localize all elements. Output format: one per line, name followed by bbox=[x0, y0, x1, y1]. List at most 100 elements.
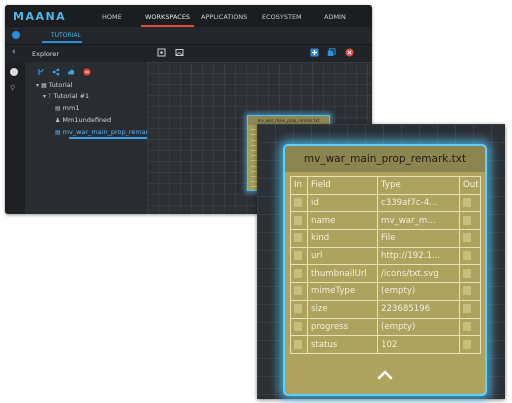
field-name-cell: id bbox=[307, 193, 378, 213]
nav-home[interactable]: HOME bbox=[102, 13, 122, 21]
table-row[interactable]: kind File bbox=[290, 229, 481, 248]
expand-icon[interactable]: ▾ bbox=[43, 93, 46, 100]
field-name-cell: thumbnailUrl bbox=[307, 264, 378, 284]
table-row[interactable]: name mv_war_m... bbox=[290, 211, 481, 231]
in-port-handle[interactable] bbox=[294, 198, 302, 208]
image-icon[interactable] bbox=[175, 48, 184, 57]
field-type-cell: (empty) bbox=[377, 317, 460, 337]
tree-item-label: mv_war_main_prop_remar bbox=[62, 128, 149, 136]
table-row[interactable]: thumbnailUrl/icons/txt.svg bbox=[290, 264, 481, 284]
field-type-cell: mv_war_m... bbox=[377, 211, 460, 231]
in-port[interactable] bbox=[290, 264, 308, 284]
expand-icon[interactable]: ▾ bbox=[36, 82, 39, 89]
node-card[interactable]: mv_war_main_prop_remark.txt In Field Typ… bbox=[283, 144, 487, 396]
grid-icon: ▦ bbox=[41, 82, 47, 89]
in-port[interactable] bbox=[290, 246, 308, 266]
node-title: mv_war_main_prop_remark.txt bbox=[285, 146, 485, 172]
merge-icon[interactable] bbox=[37, 68, 45, 76]
tree-child[interactable]: ▾ ᛉ Tutorial #1 bbox=[43, 92, 89, 100]
tree-item-label: Mm1undefined bbox=[62, 116, 112, 124]
fit-view-icon[interactable] bbox=[157, 48, 166, 57]
table-row[interactable]: url http://192.1... bbox=[290, 246, 481, 266]
table-row[interactable]: status 102 bbox=[290, 335, 481, 354]
in-port-handle[interactable] bbox=[294, 304, 302, 314]
out-port[interactable] bbox=[459, 211, 481, 231]
close-icon[interactable] bbox=[345, 48, 354, 57]
tree-item-mm1[interactable]: ▤ mm1 bbox=[55, 104, 79, 112]
in-port[interactable] bbox=[290, 193, 308, 213]
nav-admin[interactable]: ADMIN bbox=[324, 13, 346, 21]
in-port[interactable] bbox=[290, 335, 308, 354]
out-port-handle[interactable] bbox=[463, 251, 471, 261]
in-port[interactable] bbox=[290, 211, 308, 231]
out-port-handle[interactable] bbox=[463, 215, 471, 225]
tree-item-mm1undefined[interactable]: ♟ Mm1undefined bbox=[55, 116, 111, 124]
out-port[interactable] bbox=[459, 246, 481, 266]
table-header-row: In Field Type Out bbox=[290, 176, 481, 195]
field-type-cell: File bbox=[377, 229, 460, 248]
nav-workspaces[interactable]: WORKSPACES bbox=[140, 13, 195, 27]
maana-logo: MAANA bbox=[13, 10, 67, 23]
in-port[interactable] bbox=[290, 282, 308, 301]
tab-tutorial[interactable]: TUTORIAL bbox=[51, 32, 81, 39]
in-port-handle[interactable] bbox=[294, 339, 302, 349]
tree-root[interactable]: ▾ ▦ Tutorial bbox=[36, 81, 73, 89]
field-name-cell: mimeType bbox=[307, 282, 378, 301]
add-icon[interactable] bbox=[310, 48, 319, 57]
upload-icon[interactable] bbox=[67, 68, 75, 76]
field-name-cell: url bbox=[307, 246, 378, 266]
field-name-cell: name bbox=[307, 211, 378, 231]
in-port-handle[interactable] bbox=[294, 268, 302, 278]
in-port[interactable] bbox=[290, 299, 308, 319]
out-port-handle[interactable] bbox=[463, 321, 471, 331]
out-port-handle[interactable] bbox=[463, 286, 471, 296]
col-in: In bbox=[290, 176, 308, 195]
out-port-handle[interactable] bbox=[463, 339, 471, 349]
workspace-icon[interactable] bbox=[12, 31, 20, 39]
out-port-handle[interactable] bbox=[463, 233, 471, 243]
in-port-handle[interactable] bbox=[294, 321, 302, 331]
table-row[interactable]: size 223685196 bbox=[290, 299, 481, 319]
field-name-cell: progress bbox=[307, 317, 378, 337]
compass-icon[interactable] bbox=[10, 68, 18, 76]
field-table: In Field Type Out id c339af7c-4... name mv_… bbox=[290, 176, 481, 354]
in-port-handle[interactable] bbox=[294, 251, 302, 261]
table-row[interactable]: id c339af7c-4... bbox=[290, 193, 481, 213]
collapse-icon[interactable] bbox=[375, 369, 395, 381]
in-port[interactable] bbox=[290, 317, 308, 337]
out-port[interactable] bbox=[459, 317, 481, 337]
tree-item-selected-file[interactable]: ▤ mv_war_main_prop_remar bbox=[55, 128, 148, 136]
table-icon: ▤ bbox=[55, 105, 61, 112]
branch-icon: ᛉ bbox=[48, 93, 52, 100]
out-port-handle[interactable] bbox=[463, 304, 471, 314]
out-port[interactable] bbox=[459, 282, 481, 301]
field-name-cell: kind bbox=[307, 229, 378, 248]
tab-active-indicator bbox=[42, 41, 82, 43]
out-port[interactable] bbox=[459, 335, 481, 354]
out-port[interactable] bbox=[459, 193, 481, 213]
in-port-handle[interactable] bbox=[294, 215, 302, 225]
explorer-panel: ▾ ▦ Tutorial ▾ ᛉ Tutorial #1 ▤ mm1 ♟ Mm1undefi… bbox=[25, 62, 149, 214]
out-port-handle[interactable] bbox=[463, 268, 471, 278]
field-name-cell: status bbox=[307, 335, 378, 354]
in-port-handle[interactable] bbox=[294, 233, 302, 243]
nav-applications[interactable]: APPLICATIONS bbox=[201, 13, 247, 21]
selection-underline bbox=[69, 137, 149, 139]
table-row[interactable]: progress (empty) bbox=[290, 317, 481, 337]
field-type-cell: http://192.1... bbox=[377, 246, 460, 266]
tree-item-label: mm1 bbox=[62, 104, 80, 112]
table-row[interactable]: mimeType (empty) bbox=[290, 282, 481, 301]
search-icon[interactable]: ⚲ bbox=[10, 84, 15, 92]
in-port[interactable] bbox=[290, 229, 308, 248]
share-icon[interactable] bbox=[52, 68, 60, 76]
out-port[interactable] bbox=[459, 229, 481, 248]
out-port[interactable] bbox=[459, 299, 481, 319]
out-port-handle[interactable] bbox=[463, 198, 471, 208]
in-port-handle[interactable] bbox=[294, 286, 302, 296]
nav-ecosystem[interactable]: ECOSYSTEM bbox=[262, 13, 302, 21]
copy-icon[interactable] bbox=[327, 48, 336, 57]
out-port[interactable] bbox=[459, 264, 481, 284]
delete-icon[interactable] bbox=[83, 68, 91, 76]
col-field: Field bbox=[307, 176, 378, 195]
back-icon[interactable]: ‹ bbox=[12, 47, 16, 57]
